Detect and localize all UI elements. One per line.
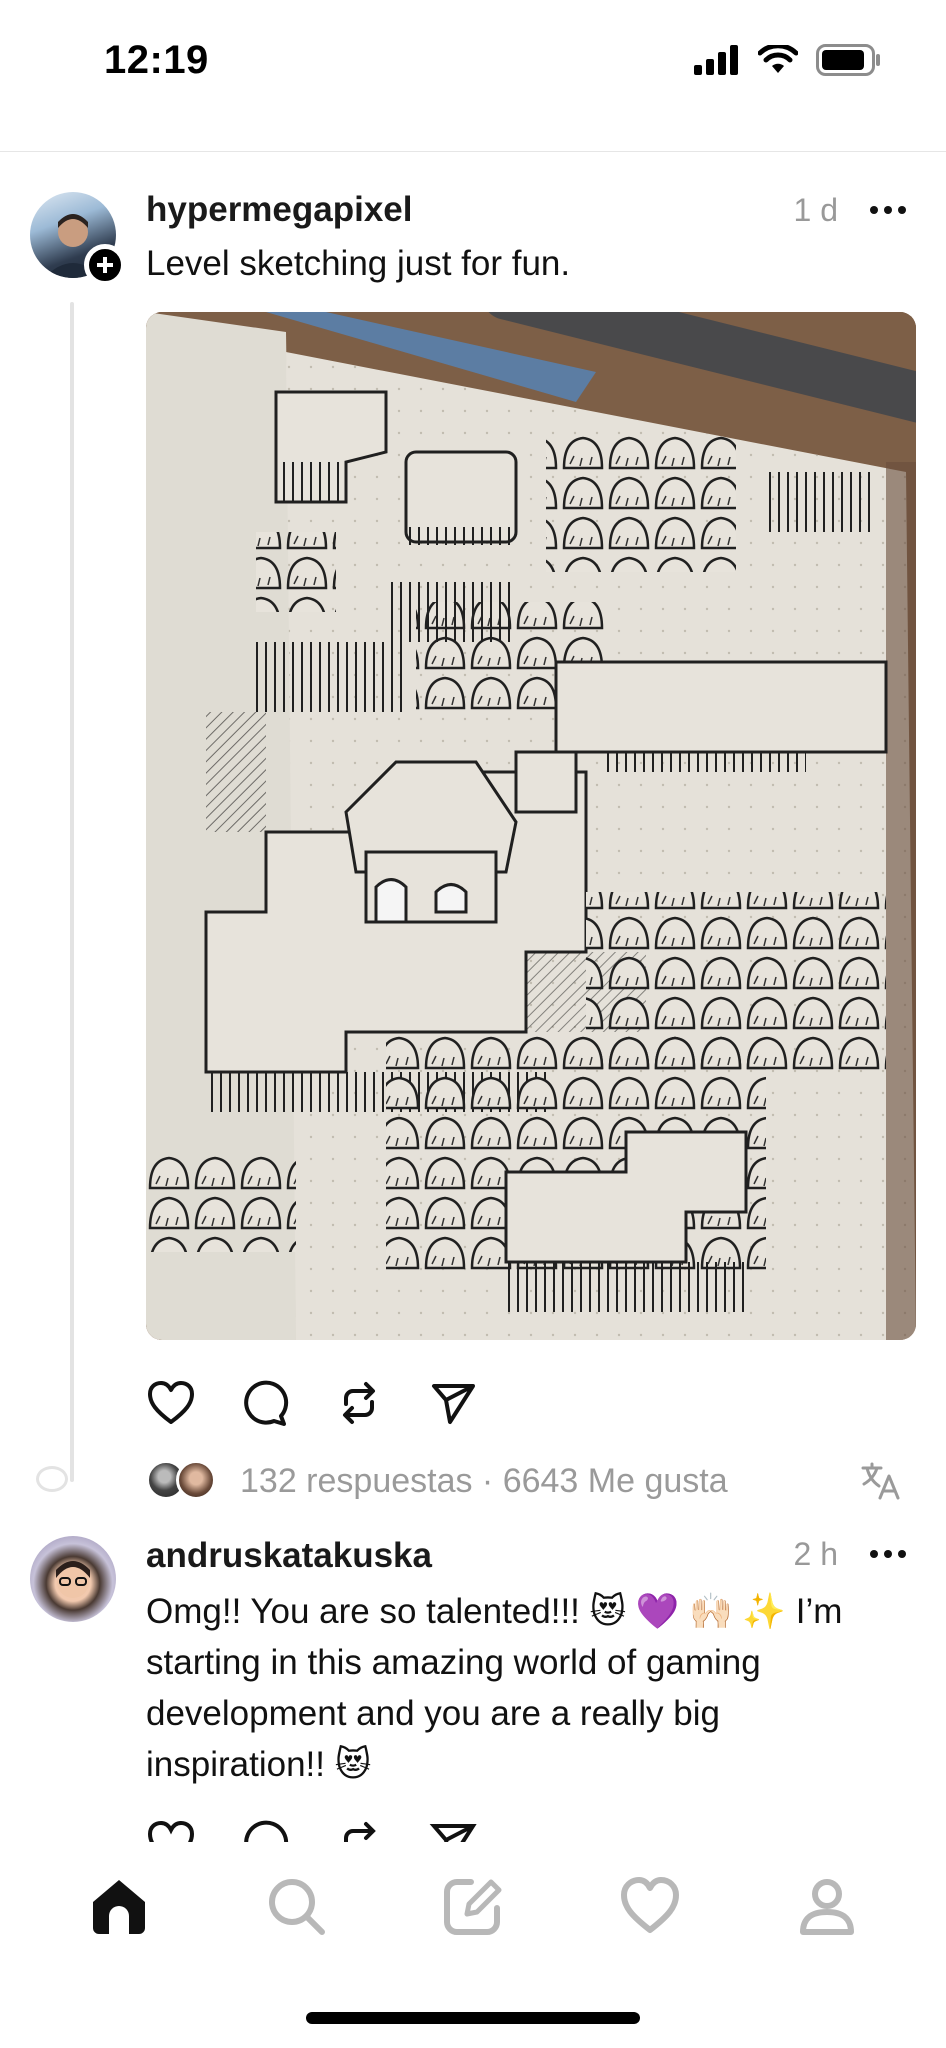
replier-avatar[interactable] — [176, 1460, 216, 1500]
reply-username[interactable]: andruskatakuska — [146, 1536, 432, 1576]
wifi-icon — [758, 45, 798, 73]
repost-icon[interactable] — [334, 1378, 384, 1428]
post-more-button[interactable] — [870, 206, 906, 214]
profile-icon[interactable] — [795, 1874, 859, 1938]
post-username[interactable]: hypermegapixel — [146, 190, 413, 230]
heart-icon[interactable] — [146, 1378, 196, 1428]
comment-icon[interactable] — [240, 1378, 290, 1428]
repost-icon[interactable] — [334, 1818, 384, 1844]
reply-text: Omg!! You are so talented!!! 😻 💜 🙌🏻 ✨ I’… — [146, 1592, 843, 1784]
thread-loop-icon — [36, 1466, 68, 1492]
reply-more-button[interactable] — [870, 1550, 906, 1558]
post-time: 1 d — [793, 192, 838, 228]
follow-plus-button[interactable] — [84, 244, 126, 286]
status-bar: 12:19 — [0, 0, 946, 130]
reply-author-avatar[interactable] — [30, 1536, 116, 1622]
send-icon[interactable] — [428, 1818, 478, 1844]
post-text: Level sketching just for fun. — [146, 244, 571, 283]
comment-icon[interactable] — [240, 1818, 290, 1844]
header-divider — [0, 151, 946, 152]
reply-time: 2 h — [793, 1536, 838, 1572]
thread-line — [70, 302, 74, 1482]
reply-actions — [146, 1818, 478, 1844]
post-actions — [146, 1378, 478, 1428]
search-icon[interactable] — [264, 1874, 328, 1938]
compose-icon[interactable] — [441, 1874, 505, 1938]
battery-icon — [816, 44, 880, 76]
cellular-signal-icon — [694, 45, 738, 75]
status-time: 12:19 — [104, 38, 209, 82]
post-stats[interactable]: 132 respuestas · 6643 Me gusta — [240, 1462, 728, 1501]
home-icon[interactable] — [87, 1874, 151, 1938]
activity-heart-icon[interactable] — [618, 1874, 682, 1938]
home-indicator[interactable] — [306, 2012, 640, 2024]
translate-icon[interactable] — [860, 1460, 902, 1502]
status-icons — [694, 44, 882, 76]
tab-bar — [0, 1842, 946, 2048]
post-image[interactable] — [146, 312, 916, 1340]
post-meta-row: 132 respuestas · 6643 Me gusta — [146, 1456, 916, 1506]
send-icon[interactable] — [428, 1378, 478, 1428]
heart-icon[interactable] — [146, 1818, 196, 1844]
